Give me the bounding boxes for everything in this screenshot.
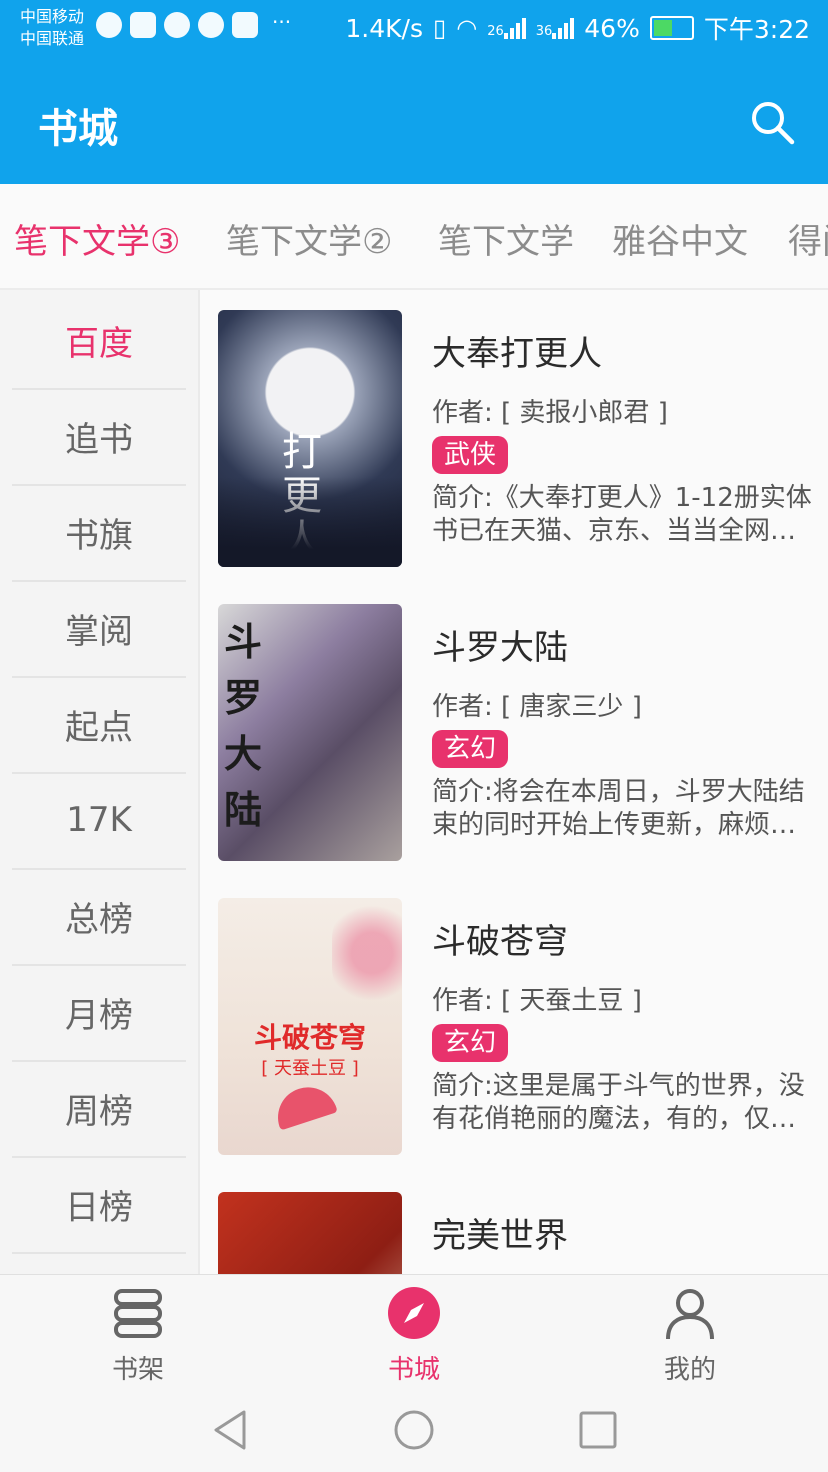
book-item[interactable]: 斗罗大陆 斗罗大陆 作者: [ 唐家三少 ] 玄幻 简介:将会在本周日，斗罗大陆…: [200, 584, 828, 878]
clock: 下午3:22: [703, 15, 810, 44]
book-cover: [218, 1192, 402, 1274]
page-title: 书城: [38, 106, 118, 152]
cover-title: 斗罗大陆: [224, 619, 263, 832]
notification-icons: [96, 12, 258, 38]
status-right: 1.4K/s ▯ ◠ 26 36 46% 下午3:22: [345, 10, 810, 46]
net-speed: 1.4K/s: [345, 13, 424, 43]
cloud-icon: [164, 12, 190, 38]
book-cover: 打更人: [218, 310, 402, 567]
nav-bookstore[interactable]: 书城: [334, 1285, 494, 1386]
category-item[interactable]: 周榜: [12, 1060, 186, 1158]
home-icon[interactable]: [392, 1408, 436, 1452]
category-item[interactable]: 书旗: [12, 484, 186, 582]
book-title: 斗罗大陆: [432, 628, 568, 668]
book-item[interactable]: 完美世界: [200, 1172, 828, 1274]
category-item[interactable]: 日榜: [12, 1156, 186, 1254]
qq-icon: [198, 12, 224, 38]
tab-source-3[interactable]: 笔下文学: [438, 214, 574, 263]
back-icon[interactable]: [208, 1408, 252, 1452]
tab-source-5[interactable]: 得间: [788, 214, 828, 263]
nav-bookshelf[interactable]: 书架: [58, 1285, 218, 1386]
app-notification-icon: [130, 12, 156, 38]
genre-badge: 武侠: [432, 436, 509, 474]
nav-label: 书架: [111, 1355, 164, 1385]
bookshelf-icon: [114, 1289, 162, 1338]
wifi-icon: ◠: [456, 14, 478, 42]
nav-label: 我的: [663, 1355, 716, 1385]
genre-badge: 玄幻: [432, 1024, 509, 1062]
book-author: 作者: [ 卖报小郎君 ]: [432, 398, 668, 428]
blossom-decoration: [332, 898, 402, 1008]
carrier-info: 中国移动 中国联通: [20, 6, 84, 50]
app-notification-icon: [232, 12, 258, 38]
book-cover: 斗破苍穹 [ 天蚕土豆 ]: [218, 898, 402, 1155]
system-navigation: [0, 1390, 828, 1472]
app-notification-icon: [96, 12, 122, 38]
umbrella-decoration: [270, 1079, 338, 1131]
sim2-signal: 36: [536, 17, 575, 39]
source-tabs: 笔下文学③ 笔下文学② 笔下文学 雅谷中文 得间: [0, 184, 828, 290]
signal-icon: [552, 17, 575, 39]
nav-label: 书城: [387, 1355, 440, 1385]
tab-source-2[interactable]: 笔下文学②: [226, 214, 392, 263]
recents-icon[interactable]: [576, 1408, 620, 1452]
book-author: 作者: [ 天蚕土豆 ]: [432, 986, 642, 1016]
app-header: 中国移动 中国联通 ··· 1.4K/s ▯ ◠ 26 36 46% 下午3:2…: [0, 0, 828, 184]
carrier-1: 中国移动: [20, 7, 85, 26]
book-cover: 斗罗大陆: [218, 604, 402, 861]
signal-icon: [503, 17, 526, 39]
category-item[interactable]: 追书: [12, 388, 186, 486]
bottom-navigation: 书架 书城 我的: [0, 1274, 828, 1391]
more-notifications: ···: [272, 10, 292, 34]
book-title: 斗破苍穹: [432, 922, 568, 962]
book-title: 大奉打更人: [432, 334, 602, 374]
category-item[interactable]: 掌阅: [12, 580, 186, 678]
battery-icon: [649, 16, 694, 40]
tab-source-1[interactable]: 笔下文学③: [14, 214, 180, 263]
book-item[interactable]: 打更人 大奉打更人 作者: [ 卖报小郎君 ] 武侠 简介:《大奉打更人》1-1…: [200, 290, 828, 584]
genre-badge: 玄幻: [432, 730, 509, 768]
category-item[interactable]: 起点: [12, 676, 186, 774]
book-intro: 简介:这里是属于斗气的世界，没有花俏艳丽的魔法，有的，仅仅是繁衍: [432, 1071, 805, 1134]
compass-icon: [388, 1287, 440, 1339]
book-intro: 简介:将会在本周日，斗罗大陆结束的同时开始上传更新，麻烦大家支持: [432, 777, 805, 840]
category-item[interactable]: 月榜: [12, 964, 186, 1062]
tab-source-4[interactable]: 雅谷中文: [612, 214, 748, 263]
book-list: 打更人 大奉打更人 作者: [ 卖报小郎君 ] 武侠 简介:《大奉打更人》1-1…: [200, 290, 828, 1274]
vibrate-icon: ▯: [433, 14, 447, 42]
sim2-net-label: 36: [535, 24, 553, 39]
book-item[interactable]: 斗破苍穹 [ 天蚕土豆 ] 斗破苍穹 作者: [ 天蚕土豆 ] 玄幻 简介:这里…: [200, 878, 828, 1172]
search-button[interactable]: [748, 98, 796, 146]
book-author: 作者: [ 唐家三少 ]: [432, 692, 642, 722]
nav-profile[interactable]: 我的: [610, 1285, 770, 1386]
category-item[interactable]: 总榜: [12, 868, 186, 966]
category-item[interactable]: 17K: [12, 772, 186, 870]
carrier-2: 中国联通: [20, 29, 85, 48]
battery-percent: 46%: [584, 13, 640, 43]
sim1-net-label: 26: [487, 24, 504, 39]
category-item[interactable]: 百度: [12, 292, 186, 390]
category-sidebar: 百度 追书 书旗 掌阅 起点 17K 总榜 月榜 周榜 日榜: [0, 290, 200, 1274]
book-intro: 简介:《大奉打更人》1-12册实体书已在天猫、京东、当当全网上架: [432, 483, 812, 546]
cover-title: 斗破苍穹: [253, 1021, 366, 1054]
cover-shade: [218, 477, 402, 567]
user-icon: [666, 1289, 714, 1340]
sim1-signal: 26: [487, 17, 526, 39]
cover-author: [ 天蚕土豆 ]: [261, 1058, 359, 1079]
search-icon: [752, 102, 795, 145]
book-title: 完美世界: [432, 1216, 568, 1256]
status-bar: 中国移动 中国联通 ··· 1.4K/s ▯ ◠ 26 36 46% 下午3:2…: [0, 0, 828, 56]
